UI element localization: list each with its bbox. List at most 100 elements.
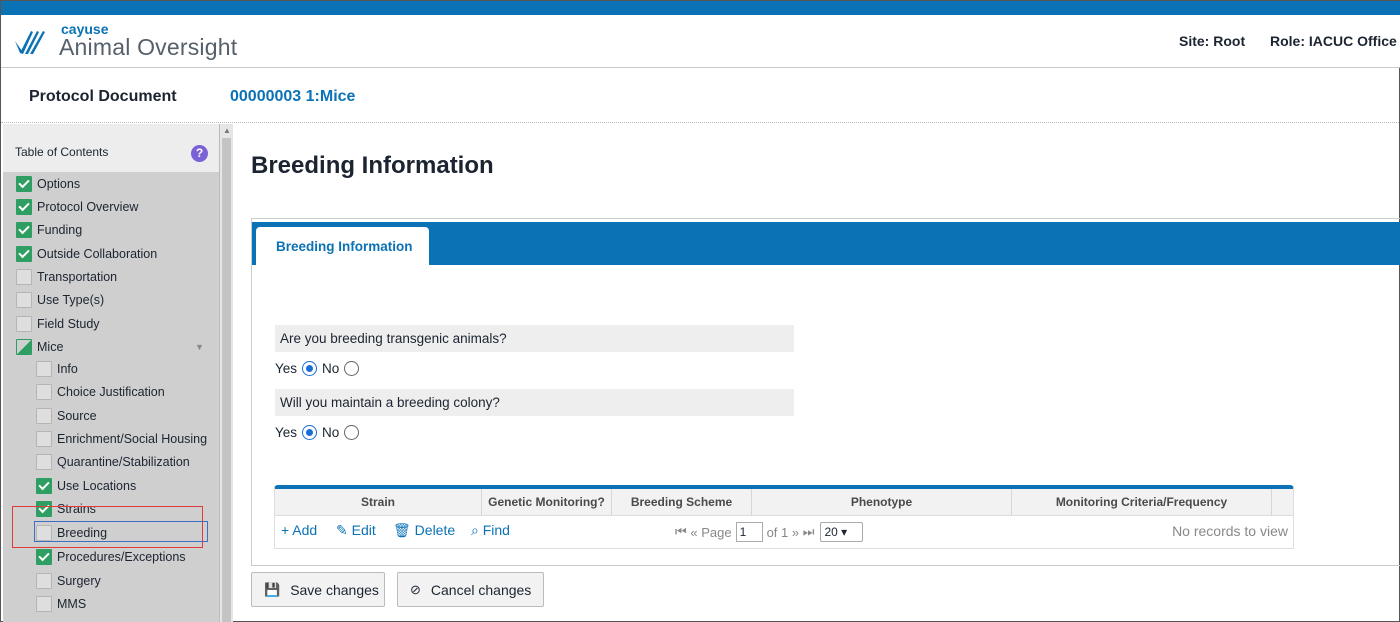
toc-item[interactable]: Outside Collaboration bbox=[16, 244, 157, 264]
toc-item-label: Outside Collaboration bbox=[37, 247, 158, 261]
toc-checkbox[interactable] bbox=[16, 222, 32, 238]
tab-breeding-information[interactable]: Breeding Information bbox=[256, 227, 429, 267]
radio-yes[interactable] bbox=[302, 360, 318, 376]
toc-item[interactable]: Options bbox=[16, 174, 80, 194]
document-label: Protocol Document bbox=[29, 88, 177, 105]
document-link[interactable]: 00000003 1:Mice bbox=[230, 88, 355, 106]
toc-title: Table of Contents bbox=[15, 145, 109, 159]
toc-item-label: Choice Justification bbox=[57, 385, 165, 399]
top-accent-bar bbox=[1, 1, 1400, 15]
toc-checkbox[interactable] bbox=[16, 339, 32, 355]
radio-group-colony: Yes No bbox=[275, 422, 364, 442]
toc-item-label: Field Study bbox=[37, 317, 100, 331]
save-label: Save changes bbox=[290, 581, 379, 598]
question-transgenic: Are you breeding transgenic animals? bbox=[275, 325, 794, 352]
toc-item-label: Mice bbox=[37, 340, 64, 354]
toc-item-label: Protocol Overview bbox=[37, 200, 139, 214]
radio-no[interactable] bbox=[344, 424, 360, 440]
pencil-icon: ✎ bbox=[336, 522, 348, 538]
column-header-genetic-monitoring[interactable]: Genetic Monitoring? bbox=[482, 489, 612, 516]
toc-checkbox[interactable] bbox=[16, 246, 32, 262]
add-button[interactable]: + Add bbox=[281, 522, 317, 538]
radio-group-transgenic: Yes No bbox=[275, 358, 364, 378]
toc-checkbox[interactable] bbox=[16, 176, 32, 192]
toc-checkbox[interactable] bbox=[36, 549, 52, 565]
site-label[interactable]: Site: Root bbox=[1179, 33, 1245, 49]
document-bar: Protocol Document 00000003 1:Mice bbox=[1, 69, 1400, 123]
toc-item-label: Use Type(s) bbox=[37, 293, 105, 307]
column-header-breeding-scheme[interactable]: Breeding Scheme bbox=[612, 489, 752, 516]
cancel-changes-button[interactable]: ⊘ Cancel changes bbox=[397, 572, 544, 607]
toc-checkbox[interactable] bbox=[16, 316, 32, 332]
page-label: Page bbox=[701, 524, 732, 540]
toc-checkbox[interactable] bbox=[36, 408, 52, 424]
toc-item[interactable]: Mice ▼ bbox=[16, 337, 204, 357]
toc-item-label: Use Locations bbox=[57, 479, 137, 493]
collapse-icon[interactable]: ▼ bbox=[195, 342, 204, 352]
toc-checkbox[interactable] bbox=[16, 292, 32, 308]
trash-icon: 🗑 bbox=[393, 522, 411, 538]
toc-checkbox[interactable] bbox=[36, 431, 52, 447]
radio-label-no: No bbox=[322, 424, 340, 440]
column-header-phenotype[interactable]: Phenotype bbox=[752, 489, 1012, 516]
selection-outline bbox=[34, 521, 208, 542]
role-label[interactable]: Role: IACUC Office bbox=[1270, 33, 1397, 49]
pager: ⏮ « Page 1 of 1 » ⏭ 20 ▾ bbox=[675, 522, 864, 542]
cancel-icon: ⊘ bbox=[410, 581, 421, 597]
radio-label-yes: Yes bbox=[275, 360, 298, 376]
save-icon: 💾 bbox=[264, 581, 281, 597]
delete-label: Delete bbox=[414, 522, 456, 538]
toc-item[interactable]: Use Type(s) bbox=[16, 290, 104, 310]
toc-checkbox[interactable] bbox=[36, 478, 52, 494]
toc-item[interactable]: Info bbox=[36, 359, 78, 379]
toc-item[interactable]: Enrichment/Social Housing bbox=[36, 429, 207, 449]
toc-item[interactable]: Use Locations bbox=[36, 476, 136, 496]
toc-item[interactable]: Funding bbox=[16, 220, 82, 240]
toc-item-label: Options bbox=[37, 177, 81, 191]
toc-checkbox[interactable] bbox=[16, 269, 32, 285]
app-header: cayuse Animal Oversight Site: Root Role:… bbox=[1, 15, 1400, 68]
first-page-icon[interactable]: ⏮ bbox=[675, 524, 687, 540]
delete-button[interactable]: 🗑 Delete bbox=[393, 522, 455, 539]
toc-item-label: Transportation bbox=[37, 270, 118, 284]
toc-checkbox[interactable] bbox=[36, 573, 52, 589]
scroll-up-icon[interactable]: ▲ bbox=[223, 126, 231, 135]
radio-label-no: No bbox=[322, 360, 340, 376]
toc-item-label: Info bbox=[57, 362, 78, 376]
next-page-icon[interactable]: » bbox=[792, 525, 799, 540]
last-page-icon[interactable]: ⏭ bbox=[803, 524, 815, 540]
toc-item[interactable]: MMS bbox=[36, 594, 86, 614]
toc-item-label: Enrichment/Social Housing bbox=[57, 432, 208, 446]
toc-item[interactable]: Quarantine/Stabilization bbox=[36, 452, 190, 472]
sidebar-scrollbar[interactable]: ▲ bbox=[219, 124, 233, 622]
toc-checkbox[interactable] bbox=[16, 199, 32, 215]
toc-checkbox[interactable] bbox=[36, 361, 52, 377]
toc-checkbox[interactable] bbox=[36, 454, 52, 470]
toc-item[interactable]: Procedures/Exceptions bbox=[36, 547, 186, 567]
toc-checkbox[interactable] bbox=[36, 596, 52, 612]
save-changes-button[interactable]: 💾 Save changes bbox=[251, 572, 385, 607]
page-number-input[interactable]: 1 bbox=[735, 522, 763, 542]
help-icon[interactable]: ? bbox=[191, 145, 208, 162]
toc-item-label: MMS bbox=[57, 597, 87, 611]
page-size-select[interactable]: 20 ▾ bbox=[820, 522, 864, 542]
find-button[interactable]: ⌕ Find bbox=[471, 522, 510, 539]
radio-yes[interactable] bbox=[302, 424, 318, 440]
column-header-strain[interactable]: Strain bbox=[275, 489, 482, 516]
radio-no[interactable] bbox=[344, 360, 360, 376]
cayuse-logo-icon bbox=[15, 31, 45, 54]
toc-item[interactable]: Field Study bbox=[16, 314, 100, 334]
page-title: Breeding Information bbox=[251, 152, 494, 179]
edit-button[interactable]: ✎ Edit bbox=[336, 522, 376, 539]
toc-item[interactable]: Choice Justification bbox=[36, 382, 165, 402]
toc-item[interactable]: Source bbox=[36, 406, 97, 426]
toc-item-label: Source bbox=[57, 409, 97, 423]
toc-checkbox[interactable] bbox=[36, 384, 52, 400]
column-header-monitoring-criteria[interactable]: Monitoring Criteria/Frequency bbox=[1012, 489, 1272, 516]
prev-page-icon[interactable]: « bbox=[690, 525, 697, 540]
toc-item[interactable]: Surgery bbox=[36, 571, 101, 591]
scroll-thumb[interactable] bbox=[222, 138, 231, 622]
toc-item[interactable]: Protocol Overview bbox=[16, 197, 138, 217]
search-icon: ⌕ bbox=[471, 522, 479, 538]
toc-item[interactable]: Transportation bbox=[16, 267, 117, 287]
